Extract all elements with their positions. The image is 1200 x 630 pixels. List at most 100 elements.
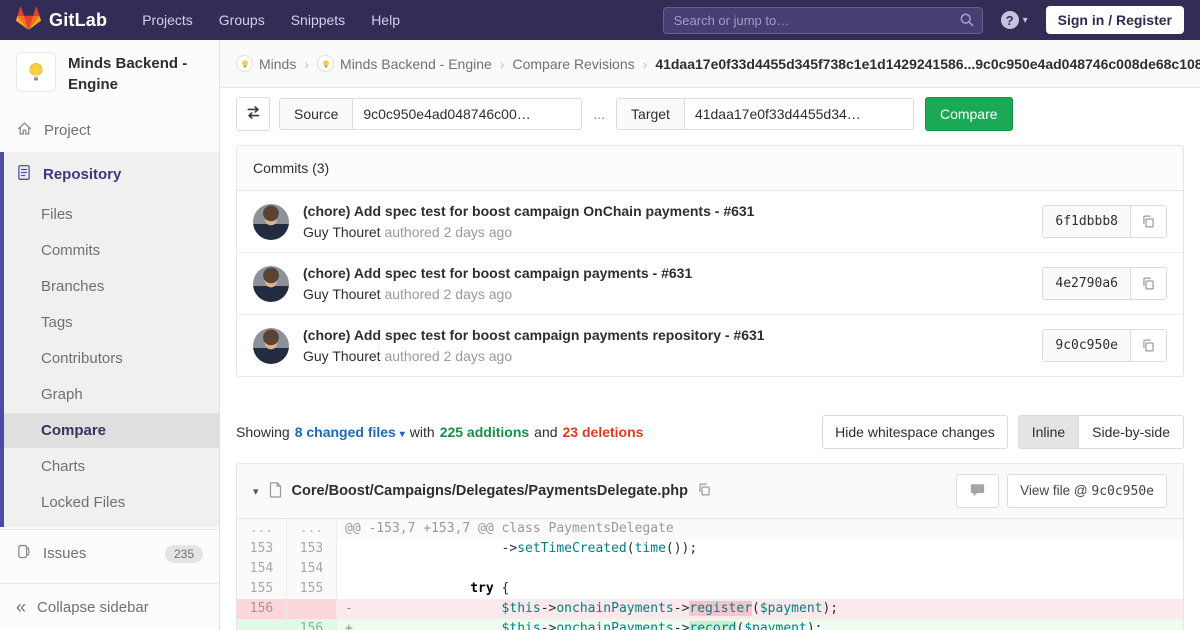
breadcrumb-compare-revisions[interactable]: Compare Revisions <box>512 56 634 72</box>
commit-sha-group: 4e2790a6 <box>1042 267 1167 300</box>
commit-author-link[interactable]: Guy Thouret <box>303 286 381 302</box>
sidebar-project-name: Minds Backend - Engine <box>68 52 203 95</box>
diff-code: - $this->onchainPayments->register($paym… <box>337 599 1183 619</box>
new-line-number[interactable]: 153 <box>287 539 337 559</box>
sign-in-register-button[interactable]: Sign in / Register <box>1046 6 1184 34</box>
commit-author-link[interactable]: Guy Thouret <box>303 348 381 364</box>
source-label: Source <box>279 98 352 130</box>
hide-whitespace-button[interactable]: Hide whitespace changes <box>822 415 1008 449</box>
commit-title-link[interactable]: (chore) Add spec test for boost campaign… <box>303 327 1042 343</box>
collapse-icon: « <box>16 598 26 616</box>
commit-meta: Guy Thouret authored 2 days ago <box>303 286 1042 302</box>
inline-view-button[interactable]: Inline <box>1019 416 1078 448</box>
diff-file-path[interactable]: Core/Boost/Campaigns/Delegates/PaymentsD… <box>292 483 688 499</box>
old-line-number[interactable]: 154 <box>237 559 287 579</box>
side-by-side-view-button[interactable]: Side-by-side <box>1078 416 1183 448</box>
issues-count-badge: 235 <box>165 545 203 563</box>
sidebar-repo-subitem-tags[interactable]: Tags <box>4 305 219 340</box>
diff-table: ......@@ -153,7 +153,7 @@ class Payments… <box>237 519 1183 630</box>
sidebar-project-header[interactable]: Minds Backend - Engine <box>0 40 219 109</box>
breadcrumb-group[interactable]: Minds <box>236 55 296 72</box>
sidebar-item-issues[interactable]: Issues 235 <box>0 529 219 577</box>
old-line-number[interactable] <box>237 619 287 630</box>
help-menu[interactable]: ? ▾ <box>1001 11 1028 29</box>
new-line-number[interactable]: 154 <box>287 559 337 579</box>
diff-file-actions: View file @ 9c0c950e <box>956 474 1167 508</box>
copy-sha-button[interactable] <box>1131 330 1166 361</box>
sidebar-section-repository: Repository FilesCommitsBranchesTagsContr… <box>0 152 219 527</box>
nav-item-snippets[interactable]: Snippets <box>278 0 358 40</box>
old-line-number[interactable]: ... <box>237 519 287 539</box>
compare-button[interactable]: Compare <box>925 97 1013 131</box>
breadcrumb: Minds › Minds Backend - Engine › Compare… <box>220 40 1200 88</box>
sidebar-repo-subitem-branches[interactable]: Branches <box>4 269 219 304</box>
swap-revisions-button[interactable] <box>236 97 270 131</box>
diff-code <box>337 559 1183 579</box>
commit-title-link[interactable]: (chore) Add spec test for boost campaign… <box>303 203 1042 219</box>
commit-row: (chore) Add spec test for boost campaign… <box>237 314 1183 376</box>
top-navbar: GitLab Projects Groups Snippets Help ? ▾… <box>0 0 1200 40</box>
commit-author-link[interactable]: Guy Thouret <box>303 224 381 240</box>
file-icon <box>268 481 283 501</box>
commits-panel: Commits (3) (chore) Add spec test for bo… <box>236 145 1184 377</box>
repository-submenu: FilesCommitsBranchesTagsContributorsGrap… <box>4 197 219 520</box>
breadcrumb-project[interactable]: Minds Backend - Engine <box>317 55 492 72</box>
diff-line: 154154 <box>237 559 1183 579</box>
toggle-comments-button[interactable] <box>956 474 999 508</box>
home-icon <box>16 120 33 141</box>
commit-sha: 6f1dbbb8 <box>1043 206 1131 237</box>
new-line-number[interactable] <box>287 599 337 619</box>
source-revision-input[interactable] <box>352 98 582 130</box>
diff-summary-bar: Showing 8 changed files ▾ with 225 addit… <box>236 415 1184 449</box>
sidebar-repo-subitem-commits[interactable]: Commits <box>4 233 219 268</box>
sidebar-repo-subitem-contributors[interactable]: Contributors <box>4 341 219 376</box>
sidebar-repo-subitem-charts[interactable]: Charts <box>4 449 219 484</box>
new-line-number[interactable]: ... <box>287 519 337 539</box>
nav-item-help[interactable]: Help <box>358 0 413 40</box>
nav-item-groups[interactable]: Groups <box>206 0 278 40</box>
new-line-number[interactable]: 155 <box>287 579 337 599</box>
additions-count: 225 additions <box>440 424 529 440</box>
diff-line: 156+ $this->onchainPayments->record($pay… <box>237 619 1183 630</box>
commit-author-avatar <box>253 204 289 240</box>
gitlab-logo[interactable]: GitLab <box>16 6 107 34</box>
copy-sha-button[interactable] <box>1131 268 1166 299</box>
commit-title-link[interactable]: (chore) Add spec test for boost campaign… <box>303 265 1042 281</box>
old-line-number[interactable]: 155 <box>237 579 287 599</box>
target-label: Target <box>616 98 684 130</box>
nav-menu: Projects Groups Snippets Help <box>129 0 413 40</box>
commit-author-avatar <box>253 266 289 302</box>
group-avatar-icon <box>236 55 253 72</box>
breadcrumb-current-range: 41daa17e0f33d4455d345f738c1e1d1429241586… <box>655 56 1200 72</box>
diff-view-controls: Hide whitespace changes Inline Side-by-s… <box>822 415 1184 449</box>
view-file-button[interactable]: View file @ 9c0c950e <box>1007 474 1167 508</box>
diff-file-panel: ▾ Core/Boost/Campaigns/Delegates/Payment… <box>236 463 1184 630</box>
sidebar-repo-subitem-locked-files[interactable]: Locked Files <box>4 485 219 520</box>
copy-sha-button[interactable] <box>1131 206 1166 237</box>
collapse-sidebar-button[interactable]: « Collapse sidebar <box>0 583 219 630</box>
sidebar-item-project[interactable]: Project <box>0 109 219 152</box>
commit-row: (chore) Add spec test for boost campaign… <box>237 252 1183 314</box>
new-line-number[interactable]: 156 <box>287 619 337 630</box>
old-line-number[interactable]: 153 <box>237 539 287 559</box>
source-input-group: Source <box>279 98 582 130</box>
sidebar-repo-subitem-compare[interactable]: Compare <box>4 413 219 448</box>
target-revision-input[interactable] <box>684 98 914 130</box>
view-file-sha: 9c0c950e <box>1091 484 1154 499</box>
deletions-count: 23 deletions <box>563 424 644 440</box>
help-icon: ? <box>1001 11 1019 29</box>
nav-item-projects[interactable]: Projects <box>129 0 206 40</box>
sidebar-repo-subitem-graph[interactable]: Graph <box>4 377 219 412</box>
brand-name: GitLab <box>49 10 107 31</box>
sidebar-repo-subitem-files[interactable]: Files <box>4 197 219 232</box>
breadcrumb-separator: › <box>304 56 309 72</box>
collapse-diff-caret-icon[interactable]: ▾ <box>253 485 259 498</box>
search-input[interactable] <box>663 7 983 34</box>
copy-path-icon[interactable] <box>697 482 712 500</box>
chevron-down-icon: ▾ <box>1023 15 1028 26</box>
commit-meta: Guy Thouret authored 2 days ago <box>303 224 1042 240</box>
sidebar-item-repository[interactable]: Repository <box>4 152 219 196</box>
changed-files-dropdown[interactable]: 8 changed files ▾ <box>295 424 405 440</box>
old-line-number[interactable]: 156 <box>237 599 287 619</box>
commit-sha-group: 6f1dbbb8 <box>1042 205 1167 238</box>
